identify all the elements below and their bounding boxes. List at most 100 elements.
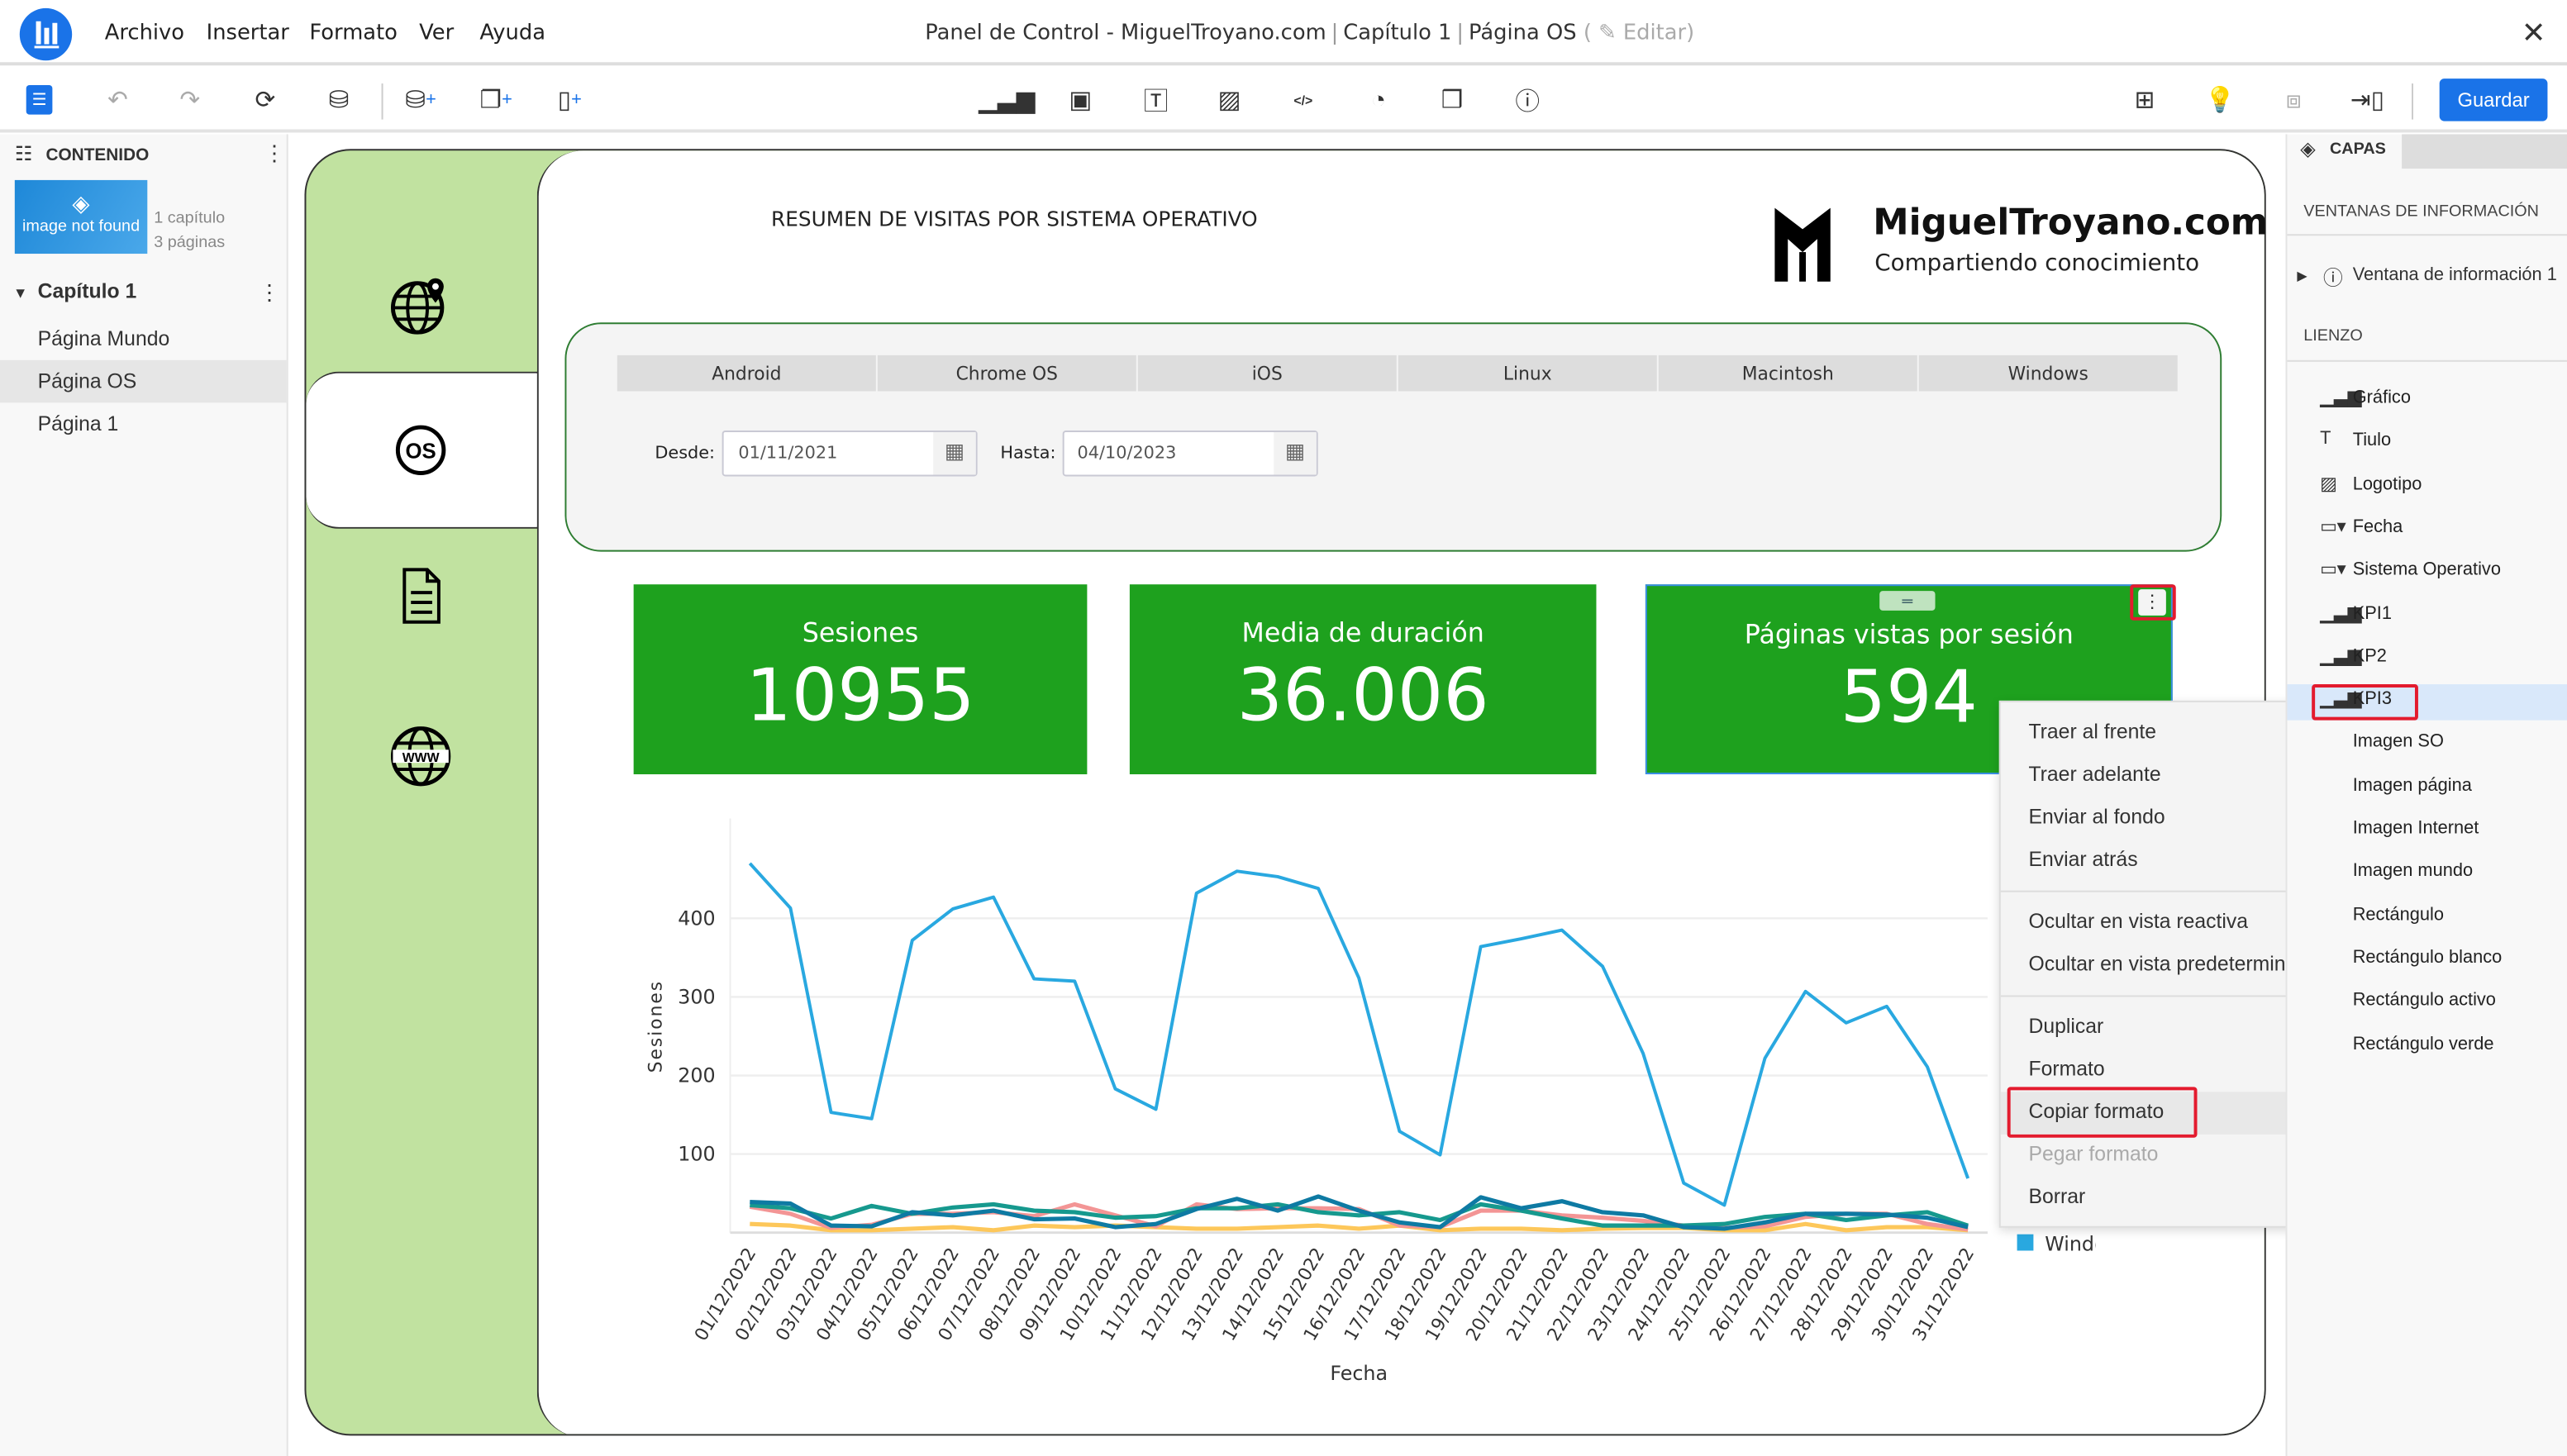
expand-caret-icon[interactable]: ▶ [2297,269,2307,283]
layer-item[interactable]: Imagen mundo [2353,862,2473,882]
page-item-os[interactable]: Página OS [0,359,287,403]
layer-item[interactable]: Imagen SO [2353,732,2444,752]
os-tab-windows[interactable]: Windows [1918,354,2178,392]
menu-item-duplicar[interactable]: Duplicar [2028,1015,2103,1038]
bulb-chart-icon[interactable]: 💡 [2203,83,2236,117]
layer-item[interactable]: Sistema Operativo [2353,560,2501,580]
menu-item-traer-adelante[interactable]: Traer adelante [2028,763,2160,786]
tab-capas[interactable]: ◈ CAPAS [2287,134,2403,169]
pencil-icon: ✎ [1598,21,1617,46]
to-date-input[interactable]: 04/10/2023 ▦ [1062,431,1318,477]
layer-item[interactable]: KP2 [2353,646,2387,666]
collapse-caret-icon[interactable]: ▼ [13,285,28,302]
menu-item-borrar[interactable]: Borrar [2028,1185,2085,1208]
layer-item[interactable]: Imagen Internet [2353,819,2479,839]
content-more-icon[interactable]: ⋮ [264,140,285,167]
selected-layer-highlight [2312,684,2418,721]
os-tab-ios[interactable]: iOS [1137,354,1397,392]
y-tick-label: 400 [678,906,715,930]
resize-icon[interactable]: ⇥▯ [2350,83,2384,117]
layer-item[interactable]: Logotipo [2353,474,2422,494]
layer-item[interactable]: Rectángulo activo [2353,991,2496,1011]
calendar-icon[interactable]: ▦ [1274,431,1317,475]
fit-icon[interactable]: ⧈ [2278,83,2311,117]
html-icon[interactable]: </> [1287,83,1320,117]
layer-item[interactable]: Rectángulo [2353,905,2444,925]
close-icon[interactable]: ✕ [2522,17,2546,51]
list-icon[interactable]: ☰ [26,85,53,115]
page-item-1[interactable]: Página 1 [0,402,287,445]
os-tab-chrome-os[interactable]: Chrome OS [877,354,1136,392]
page-item-mundo[interactable]: Página Mundo [0,317,287,360]
drag-handle[interactable]: ═ [1879,591,1936,611]
menu-item-enviar-al-fondo[interactable]: Enviar al fondo [2028,806,2165,829]
os-tab-android[interactable]: Android [617,354,876,392]
document-icon[interactable] [388,563,453,628]
app-logo-icon[interactable] [19,7,73,61]
content-list-icon: ☷ [14,142,33,166]
undo-icon[interactable]: ↶ [102,83,135,117]
layer-item[interactable]: Imagen página [2353,775,2472,795]
menu-ayuda[interactable]: Ayuda [479,21,545,46]
layout-icon[interactable]: ⊞ [2128,83,2161,117]
menu-item-formato[interactable]: Formato [2028,1058,2104,1081]
menu-ver[interactable]: Ver [419,21,454,46]
add-database-icon[interactable]: ⛁ + [404,83,437,117]
database-info-icon[interactable]: ⛁ [322,83,355,117]
edit-title-button[interactable]: ( ✎ Editar) [1584,21,1694,46]
shape-icon[interactable]: ◔ [1362,83,1395,117]
info-window-icon[interactable]: ⓘ [1511,83,1544,117]
layer-item[interactable]: Tiulo [2353,431,2391,451]
kpi-title: Páginas vistas por sesión [1744,618,2074,650]
menu-item-copiar-formato[interactable]: Copiar formato [2028,1100,2164,1123]
layer-item[interactable]: Rectángulo blanco [2353,948,2503,968]
layer-item[interactable]: Gráfico [2353,388,2411,407]
from-label: Desde: [655,443,716,464]
menu-insertar[interactable]: Insertar [207,21,289,46]
menu-archivo[interactable]: Archivo [105,21,184,46]
refresh-icon[interactable]: ⟳ [249,83,282,117]
calendar-icon[interactable]: ▦ [933,431,976,475]
chart-icon[interactable]: ▁▃▆ [979,83,1036,117]
layer-item[interactable]: KPI1 [2353,603,2392,623]
redo-icon[interactable]: ↷ [174,83,207,117]
legend-swatch [2017,1234,2034,1251]
menu-item-ocultar-en-vista-reactiva[interactable]: Ocultar en vista reactiva [2028,910,2248,933]
layer-item[interactable]: Rectángulo verde [2353,1034,2494,1054]
from-date-input[interactable]: 01/11/2021 ▦ [722,431,978,477]
menu-item-traer-al-frente[interactable]: Traer al frente [2028,721,2156,744]
os-tab-macintosh[interactable]: Macintosh [1658,354,1917,392]
menu-formato[interactable]: Formato [309,21,398,46]
brand-name: MiguelTroyano.com [1873,202,2269,245]
add-copy-page-icon[interactable]: ❐ + [479,83,512,117]
chapter-more-icon[interactable]: ⋮ [259,280,280,307]
layer-item[interactable]: Fecha [2353,517,2403,537]
www-globe-icon[interactable]: WWW [388,724,453,789]
kpi-value: 36.006 [1236,654,1489,739]
chapter-item[interactable]: Capítulo 1 [38,280,137,303]
save-button[interactable]: Guardar [2439,79,2548,121]
container-icon[interactable]: ❒ [1436,83,1469,117]
dropdown-icon[interactable]: ▣ [1064,83,1098,117]
os-icon[interactable]: OS [388,417,453,483]
kpi-sesiones[interactable]: Sesiones 10955 [633,584,1088,775]
image-icon[interactable]: ▨ [1213,83,1246,117]
layer-info-window[interactable]: Ventana de información 1 [2353,265,2557,285]
text-icon[interactable]: 🅃 [1140,83,1173,117]
menu-item-pegar-formato[interactable]: Pegar formato [2028,1143,2158,1166]
tab-empty [2402,134,2567,169]
y-axis-title: Sesiones [645,980,666,1073]
legend-label: Windows [2045,1232,2095,1255]
from-date-value: 01/11/2021 [738,443,838,464]
add-page-icon[interactable]: ▯ + [554,83,587,117]
to-label: Hasta: [1000,443,1056,464]
kpi-more-button[interactable]: ⋮ [2138,589,2166,616]
globe-pin-icon[interactable] [388,272,453,337]
chapter-thumbnail[interactable]: ◈ image not found [14,179,148,255]
y-tick-label: 300 [678,985,715,1008]
kpi-media-duracion[interactable]: Media de duración 36.006 [1129,584,1597,775]
brand-tagline: Compartiendo conocimiento [1874,250,2200,277]
menu-item-enviar-atrás[interactable]: Enviar atrás [2028,848,2137,871]
os-tab-linux[interactable]: Linux [1398,354,1657,392]
menu-item-ocultar-en-vista-predeterminada[interactable]: Ocultar en vista predeterminada [2028,953,2319,976]
